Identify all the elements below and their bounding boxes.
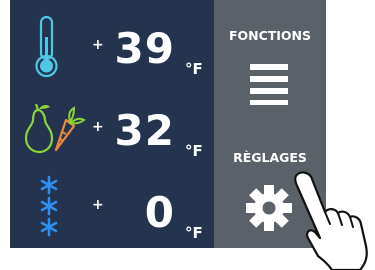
fresh-temperature-value: 32 [114, 106, 175, 155]
fridge-temperature-value: 39 [114, 24, 175, 73]
fridge-temp-row[interactable]: + 39 °F [10, 0, 215, 82]
fridge-sign: + [92, 37, 104, 53]
freezer-temp-row[interactable]: + 0 °F [10, 164, 215, 246]
menu-icon [250, 64, 288, 105]
pointing-hand-icon [294, 171, 368, 270]
functions-label: FONCTIONS [228, 28, 312, 43]
freezer-temperature-value: 0 [144, 188, 175, 237]
fresh-unit: °F [185, 142, 203, 160]
freezer-sign: + [92, 197, 104, 213]
settings-label: RÈGLAGES [233, 150, 307, 165]
fruit-vegetable-icon [24, 104, 86, 154]
snowflake-icon [40, 175, 58, 237]
thermometer-icon [35, 15, 58, 78]
fridge-unit: °F [185, 60, 203, 78]
functions-button[interactable] [250, 63, 290, 105]
temperature-panel: + 39 °F + 32 °F + 0 °F [10, 0, 215, 248]
freezer-unit: °F [185, 224, 203, 242]
fresh-sign: + [92, 119, 104, 135]
fresh-temp-row[interactable]: + 32 °F [10, 82, 215, 164]
